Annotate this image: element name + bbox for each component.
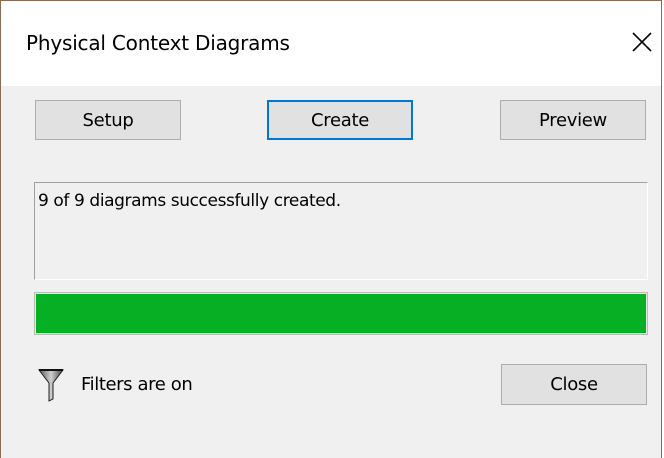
title-bar: Physical Context Diagrams [1,1,661,86]
progress-bar [34,292,648,335]
setup-button[interactable]: Setup [35,100,181,140]
close-button[interactable]: Close [501,364,647,405]
dialog-window: Physical Context Diagrams Setup Create P… [0,0,662,458]
create-button[interactable]: Create [267,100,413,140]
status-message: 9 of 9 diagrams successfully created. [38,191,341,211]
filter-status-label: Filters are on [81,374,193,395]
close-icon[interactable] [631,31,653,53]
preview-button-label: Preview [539,109,607,131]
progress-bar-fill [36,294,646,333]
preview-button[interactable]: Preview [500,100,646,140]
close-button-label: Close [550,374,598,395]
window-title: Physical Context Diagrams [26,31,290,55]
create-button-label: Create [310,109,369,131]
status-log[interactable]: 9 of 9 diagrams successfully created. [34,182,648,280]
setup-button-label: Setup [82,109,134,131]
funnel-icon [38,369,64,402]
